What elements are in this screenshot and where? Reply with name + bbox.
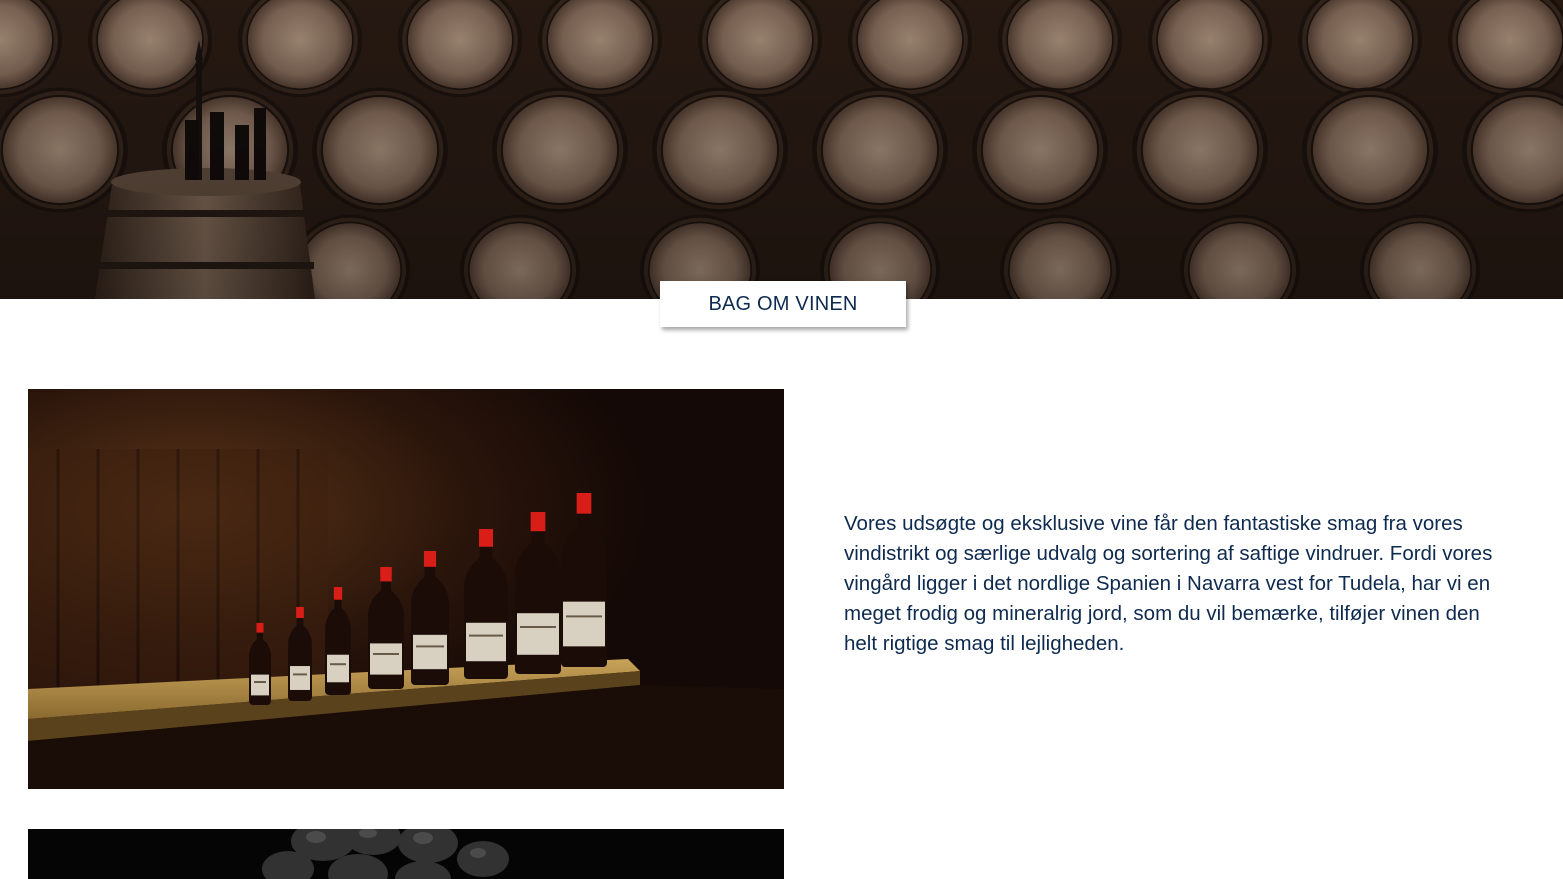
page: BAG OM VINEN Vores udsøgte og eksklusive… <box>0 0 1563 879</box>
section-title-badge: BAG OM VINEN <box>660 281 906 327</box>
wine-description-text: Vores udsøgte og eksklusive vine får den… <box>844 512 1493 655</box>
section-title: BAG OM VINEN <box>708 292 858 315</box>
hero-barrels-image <box>0 0 1563 299</box>
grapes-image <box>28 829 784 879</box>
wine-bottles-image <box>28 389 784 789</box>
